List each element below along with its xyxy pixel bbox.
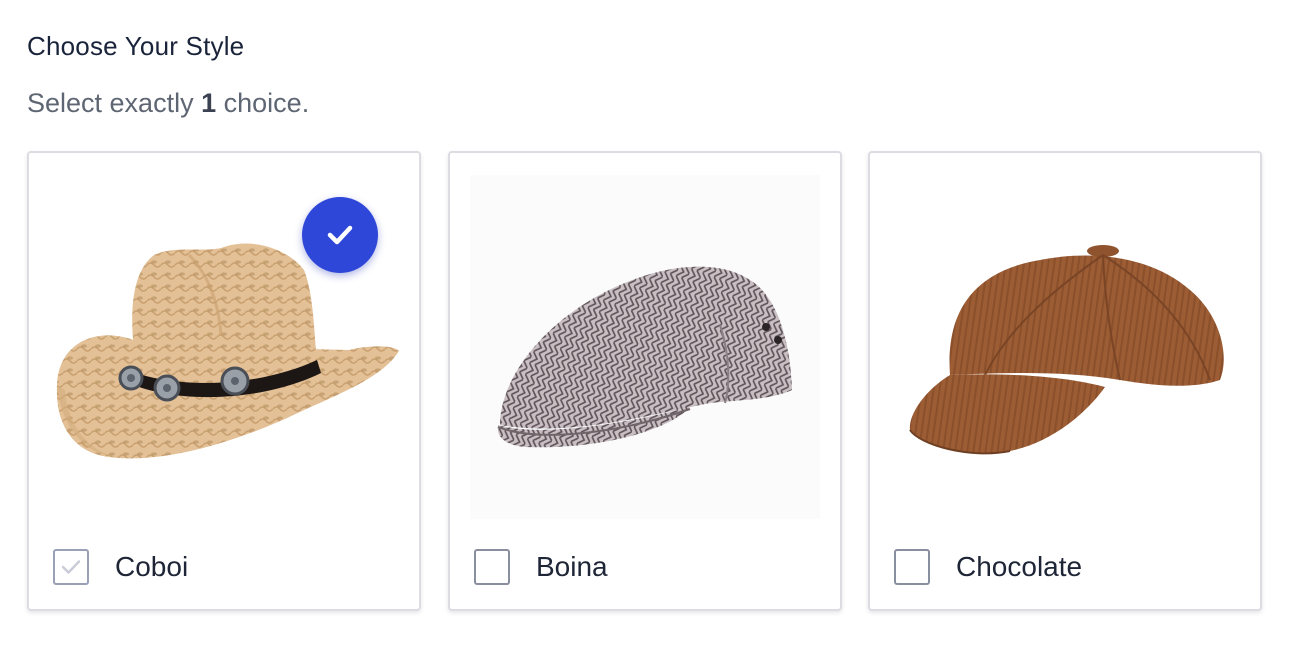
option-checkbox[interactable] bbox=[894, 549, 930, 585]
style-chooser: Choose Your Style Select exactly 1 choic… bbox=[0, 0, 1298, 660]
subtitle-suffix: choice. bbox=[223, 88, 310, 118]
subtitle-count: 1 bbox=[201, 88, 217, 118]
subtitle-prefix: Select exactly bbox=[27, 88, 194, 118]
option-label: Coboi bbox=[115, 551, 189, 582]
newsboy-cap-image bbox=[890, 175, 1240, 519]
option-checkbox[interactable] bbox=[53, 549, 89, 585]
checkmark-icon bbox=[327, 225, 353, 245]
option-footer: Chocolate bbox=[894, 547, 1082, 587]
flat-cap-image bbox=[470, 175, 820, 519]
option-card-coboi[interactable]: Coboi bbox=[27, 151, 421, 611]
option-label: Chocolate bbox=[956, 551, 1083, 582]
option-card-boina[interactable]: Boina bbox=[448, 151, 842, 611]
option-checkbox[interactable] bbox=[474, 549, 510, 585]
selected-check-badge bbox=[302, 197, 378, 273]
option-footer: Boina bbox=[474, 547, 608, 587]
option-label: Boina bbox=[536, 551, 608, 582]
option-card-chocolate[interactable]: Chocolate bbox=[868, 151, 1262, 611]
option-footer: Coboi bbox=[53, 547, 188, 587]
page-title: Choose Your Style bbox=[27, 31, 245, 61]
check-icon bbox=[61, 560, 81, 574]
selection-instructions: Select exactly 1 choice. bbox=[27, 88, 309, 119]
